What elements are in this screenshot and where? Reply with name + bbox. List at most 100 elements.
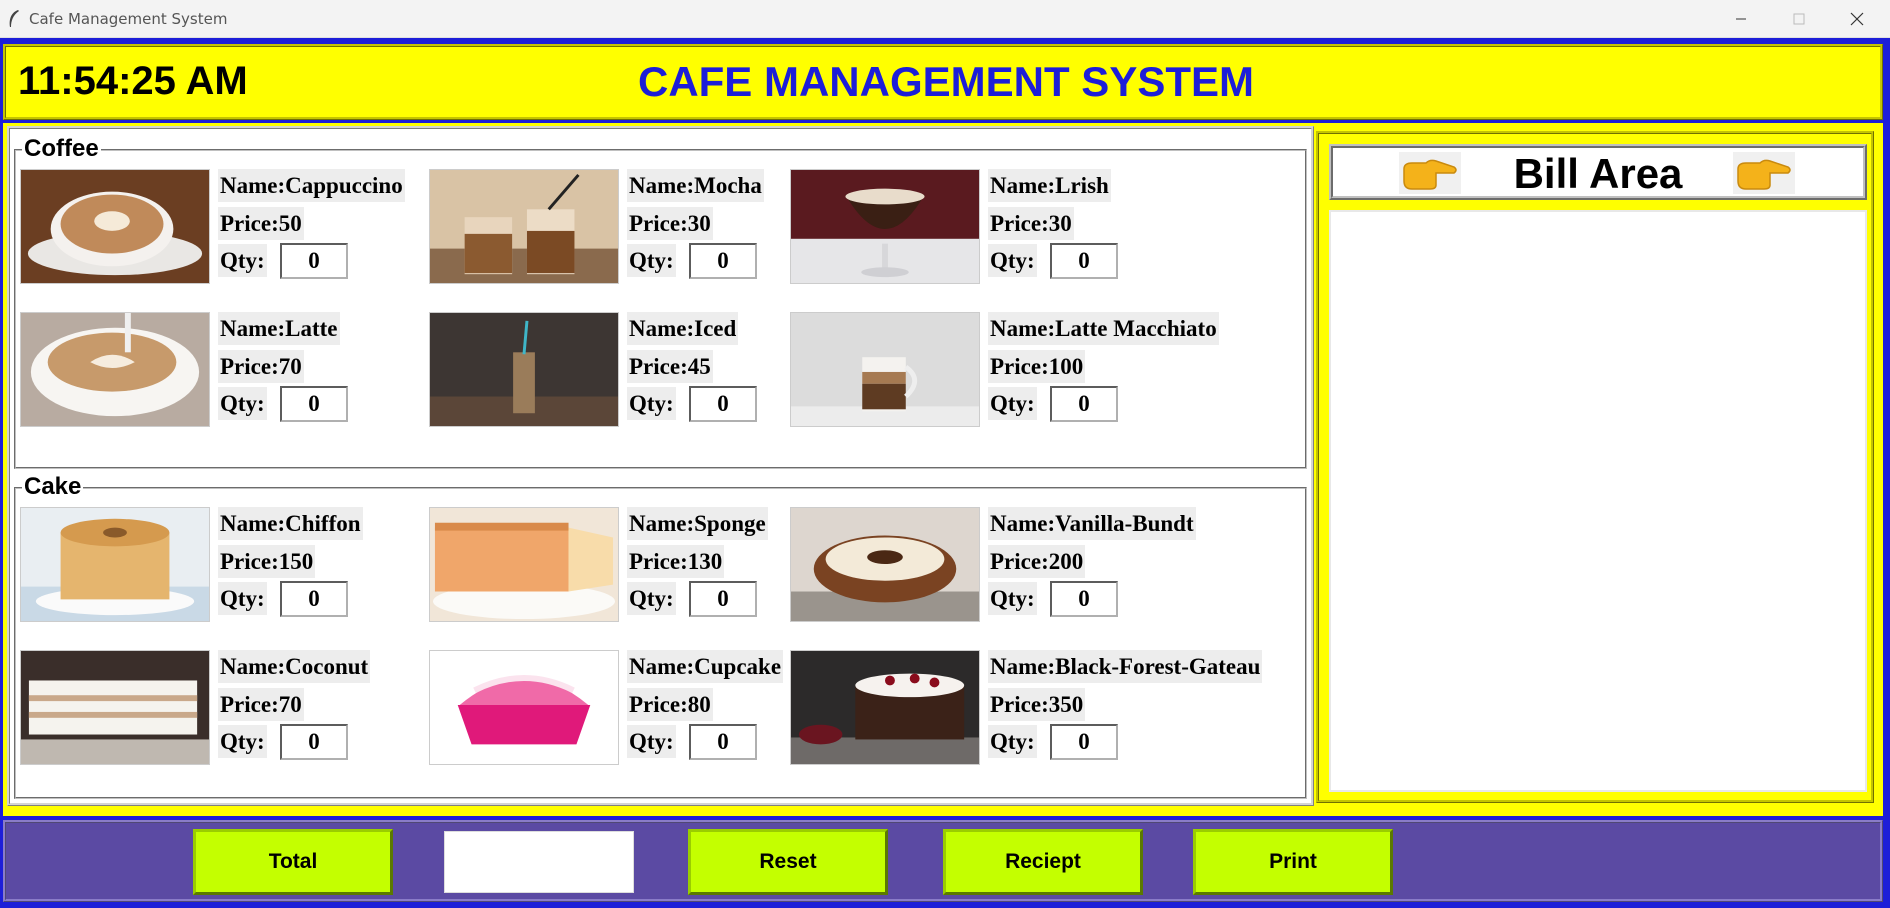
item-price: Price:130 [627,545,725,578]
latte-macchiato-image [790,312,980,427]
item-name: Name:Cupcake [627,650,784,683]
section-label-cake: Cake [22,473,84,501]
chiffon-image [20,507,210,622]
pointing-hand-right-icon [1733,152,1795,194]
menu-item-cappuccino: Name:Cappuccino Price:50 Qty: [20,169,420,289]
menu-item-iced: Name:Iced Price:45 Qty: [429,312,829,432]
header-bar: 11:54:25 AM CAFE MANAGEMENT SYSTEM [3,44,1883,120]
mocha-image [429,169,619,284]
receipt-button[interactable]: Reciept [943,829,1143,895]
minimize-icon [1736,18,1746,20]
item-price: Price:100 [988,350,1086,383]
qty-label: Qty: [627,725,676,758]
window-title: Cafe Management System [29,10,228,28]
item-price: Price:150 [218,545,316,578]
menu-item-cupcake: Name:Cupcake Price:80 Qty: [429,650,829,770]
menu-item-latte: Name:Latte Price:70 Qty: [20,312,420,432]
item-price: Price:70 [218,350,304,383]
minimize-button[interactable] [1712,0,1770,38]
total-output-field[interactable] [444,831,634,893]
qty-input-sponge[interactable] [689,581,757,617]
qty-label: Qty: [627,387,676,420]
qty-label: Qty: [988,725,1037,758]
qty-input-latte-macchiato[interactable] [1050,386,1118,422]
menu-item-black-forest-gateau: Name:Black-Forest-Gateau Price:350 Qty: [790,650,1263,770]
item-name: Name:Chiffon [218,507,363,540]
qty-input-iced[interactable] [689,386,757,422]
menu-panel: Coffee Name:Cappuccino Price:50 Qty: Nam… [7,126,1314,806]
item-name: Name:Black-Forest-Gateau [988,650,1263,683]
print-button[interactable]: Print [1193,829,1393,895]
qty-label: Qty: [627,244,676,277]
item-price: Price:30 [988,207,1074,240]
maximize-button[interactable] [1770,0,1828,38]
qty-input-mocha[interactable] [689,243,757,279]
cake-section: Cake Name:Chiffon Price:150 Qty: Name:Sp… [14,473,1307,799]
item-name: Name:Sponge [627,507,768,540]
menu-item-mocha: Name:Mocha Price:30 Qty: [429,169,829,289]
qty-label: Qty: [218,725,267,758]
bill-text-area[interactable] [1329,210,1867,792]
lrish-image [790,169,980,284]
item-price: Price:45 [627,350,713,383]
qty-label: Qty: [627,582,676,615]
section-label-coffee: Coffee [22,135,101,163]
menu-item-latte-macchiato: Name:Latte Macchiato Price:100 Qty: [790,312,1219,432]
qty-label: Qty: [988,244,1037,277]
item-name: Name:Latte Macchiato [988,312,1219,345]
close-button[interactable] [1828,0,1886,38]
footer-bar: Total Reset Reciept Print [3,820,1883,902]
coconut-image [20,650,210,765]
item-name: Name:Coconut [218,650,371,683]
bill-header: Bill Area [1329,144,1867,200]
item-name: Name:Vanilla-Bundt [988,507,1196,540]
item-price: Price:50 [218,207,304,240]
item-name: Name:Lrish [988,169,1111,202]
item-name: Name:Iced [627,312,739,345]
sponge-image [429,507,619,622]
item-price: Price:80 [627,688,713,721]
menu-item-vanilla-bundt: Name:Vanilla-Bundt Price:200 Qty: [790,507,1196,627]
latte-image [20,312,210,427]
menu-item-coconut: Name:Coconut Price:70 Qty: [20,650,420,770]
qty-input-coconut[interactable] [280,724,348,760]
item-price: Price:70 [218,688,304,721]
qty-input-latte[interactable] [280,386,348,422]
qty-label: Qty: [988,582,1037,615]
vanilla-bundt-image [790,507,980,622]
item-price: Price:200 [988,545,1086,578]
iced-image [429,312,619,427]
pointing-hand-right-icon [1399,152,1461,194]
black-forest-gateau-image [790,650,980,765]
qty-input-vanilla-bundt[interactable] [1050,581,1118,617]
qty-label: Qty: [218,387,267,420]
coffee-section: Coffee Name:Cappuccino Price:50 Qty: Nam… [14,135,1307,469]
qty-input-black-forest-gateau[interactable] [1050,724,1118,760]
window-titlebar: Cafe Management System [0,0,1890,38]
item-price: Price:30 [627,207,713,240]
qty-input-cupcake[interactable] [689,724,757,760]
qty-input-chiffon[interactable] [280,581,348,617]
qty-input-lrish[interactable] [1050,243,1118,279]
qty-label: Qty: [218,244,267,277]
feather-icon [9,10,19,27]
app-title: CAFE MANAGEMENT SYSTEM [637,58,1254,105]
menu-item-lrish: Name:Lrish Price:30 Qty: [790,169,1190,289]
cappuccino-image [20,169,210,284]
total-button[interactable]: Total [193,829,393,895]
reset-button[interactable]: Reset [688,829,888,895]
item-name: Name:Latte [218,312,340,345]
qty-input-cappuccino[interactable] [280,243,348,279]
qty-label: Qty: [218,582,267,615]
qty-label: Qty: [988,387,1037,420]
menu-item-chiffon: Name:Chiffon Price:150 Qty: [20,507,420,627]
item-name: Name:Mocha [627,169,764,202]
bill-panel: Bill Area [1316,131,1874,803]
main-area: Coffee Name:Cappuccino Price:50 Qty: Nam… [3,123,1883,816]
item-name: Name:Cappuccino [218,169,405,202]
item-price: Price:350 [988,688,1086,721]
close-icon [1850,12,1864,26]
maximize-icon [1793,13,1805,25]
menu-item-sponge: Name:Sponge Price:130 Qty: [429,507,829,627]
cupcake-image [429,650,619,765]
